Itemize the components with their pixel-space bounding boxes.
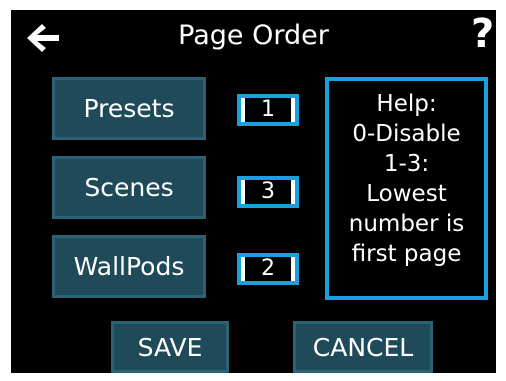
scenes-button[interactable]: Scenes xyxy=(52,156,206,219)
presets-order-value: 1 xyxy=(245,98,291,122)
presets-button[interactable]: Presets xyxy=(52,77,206,140)
help-line: Lowest xyxy=(366,181,447,207)
help-icon[interactable]: ? xyxy=(471,12,494,56)
help-line: number is xyxy=(348,211,465,237)
page-title: Page Order xyxy=(178,20,329,51)
help-line: 1-3: xyxy=(383,151,430,177)
wallpods-order-value: 2 xyxy=(245,257,291,281)
help-line: Help: xyxy=(376,91,437,117)
screen: Page Order ? Presets Scenes WallPods 1 3… xyxy=(11,10,496,373)
scenes-order-value: 3 xyxy=(245,180,291,204)
help-panel: Help: 0-Disable 1-3: Lowest number is fi… xyxy=(325,77,488,300)
wallpods-button[interactable]: WallPods xyxy=(52,235,206,298)
wallpods-order-input[interactable]: 2 xyxy=(237,253,299,285)
save-button[interactable]: SAVE xyxy=(111,321,229,373)
scenes-order-input[interactable]: 3 xyxy=(237,176,299,208)
cancel-button[interactable]: CANCEL xyxy=(293,321,433,373)
help-line: first page xyxy=(351,241,462,267)
presets-order-input[interactable]: 1 xyxy=(237,94,299,126)
help-line: 0-Disable xyxy=(352,121,461,147)
